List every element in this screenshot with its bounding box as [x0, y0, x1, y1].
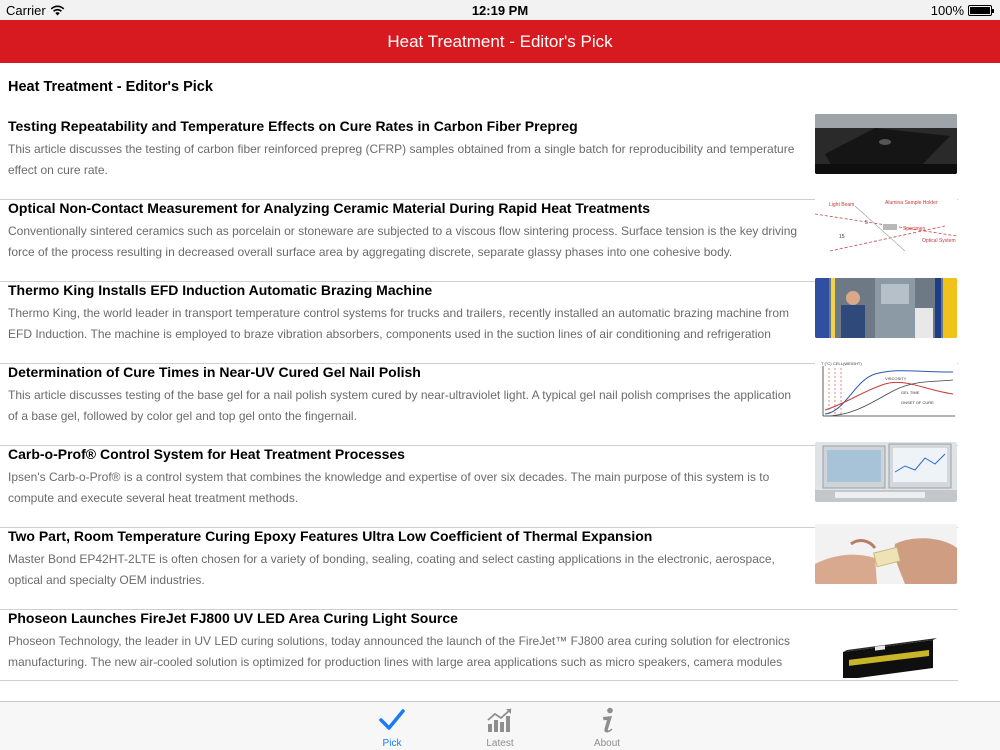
battery-fill	[970, 7, 990, 14]
article-thumbnail	[815, 442, 957, 502]
nav-title: Heat Treatment - Editor's Pick	[387, 32, 613, 51]
article-thumbnail	[815, 114, 957, 174]
article-description: Thermo King, the world leader in transpo…	[8, 306, 790, 341]
checkmark-icon	[379, 709, 405, 730]
article-description: Phoseon Technology, the leader in UV LED…	[8, 634, 791, 669]
diagram-label: Specimen	[903, 226, 925, 232]
list-item[interactable]: Carb-o-Prof® Control System for Heat Tre…	[0, 442, 958, 528]
article-title: Two Part, Room Temperature Curing Epoxy …	[8, 528, 653, 544]
article-title: Phoseon Launches FireJet FJ800 UV LED Ar…	[8, 610, 458, 626]
article-thumbnail: Light Beam Alumina Sample Holder Specime…	[815, 196, 957, 256]
article-list: Heat Treatment - Editor's Pick Testing R…	[0, 63, 1000, 701]
chart-label: CELL(WEIGHT)	[833, 361, 862, 366]
nav-bar: Heat Treatment - Editor's Pick	[0, 20, 1000, 63]
status-right: 100%	[930, 3, 994, 18]
list-item[interactable]: Thermo King Installs EFD Induction Autom…	[0, 278, 958, 364]
article-title: Carb-o-Prof® Control System for Heat Tre…	[8, 446, 405, 462]
chart-label: ONSET OF CURE	[901, 400, 934, 405]
article-title: Optical Non-Contact Measurement for Anal…	[8, 200, 651, 216]
article-description: This article discusses the testing of ca…	[8, 142, 795, 177]
article-title: Thermo King Installs EFD Induction Autom…	[8, 282, 433, 298]
tab-label: About	[593, 738, 621, 749]
section-title: Heat Treatment - Editor's Pick	[8, 79, 213, 95]
list-item[interactable]: Determination of Cure Times in Near-UV C…	[0, 360, 958, 446]
chart-label: VISCOSITY	[885, 376, 907, 381]
article-description: Ipsen's Carb-o-Prof® is a control system…	[8, 470, 770, 505]
article-thumbnail	[815, 618, 957, 678]
tab-label: Pick	[382, 738, 402, 749]
tab-latest[interactable]: Latest	[460, 702, 540, 750]
chart-label: T (°C)	[821, 361, 832, 366]
tab-label: Latest	[486, 738, 514, 749]
list-item[interactable]: Two Part, Room Temperature Curing Epoxy …	[0, 524, 958, 610]
chart-label: GEL TIME	[901, 390, 920, 395]
list-item[interactable]: Phoseon Launches FireJet FJ800 UV LED Ar…	[0, 610, 958, 681]
status-bar: Carrier 12:19 PM 100%	[0, 0, 1000, 20]
diagram-label: 15	[839, 234, 845, 240]
article-description: Master Bond EP42HT-2LTE is often chosen …	[8, 552, 775, 587]
article-thumbnail	[815, 278, 957, 338]
article-description: This article discusses testing of the ba…	[8, 388, 792, 423]
article-thumbnail: T (°C) CELL(WEIGHT) VISCOSITY GEL TIME O…	[815, 360, 957, 420]
list-item[interactable]: Optical Non-Contact Measurement for Anal…	[0, 196, 958, 282]
status-time: 12:19 PM	[471, 3, 529, 18]
chart-icon	[487, 708, 512, 732]
tab-bar: Pick Latest About	[0, 701, 1000, 750]
diagram-label: Optical System	[922, 238, 956, 244]
list-item[interactable]: Testing Repeatability and Temperature Ef…	[0, 114, 958, 200]
tab-about[interactable]: About	[567, 702, 647, 750]
info-icon	[603, 707, 613, 733]
article-description: Conventionally sintered ceramics such as…	[8, 224, 798, 259]
article-thumbnail	[815, 524, 957, 584]
battery-percent: 100%	[930, 3, 964, 18]
diagram-label: Alumina Sample Holder	[885, 200, 938, 206]
battery-icon	[968, 5, 994, 16]
article-title: Testing Repeatability and Temperature Ef…	[8, 118, 578, 134]
diagram-label: 5	[865, 220, 868, 226]
tab-pick[interactable]: Pick	[352, 702, 432, 750]
diagram-label: Light Beam	[829, 202, 854, 208]
article-title: Determination of Cure Times in Near-UV C…	[8, 364, 421, 380]
